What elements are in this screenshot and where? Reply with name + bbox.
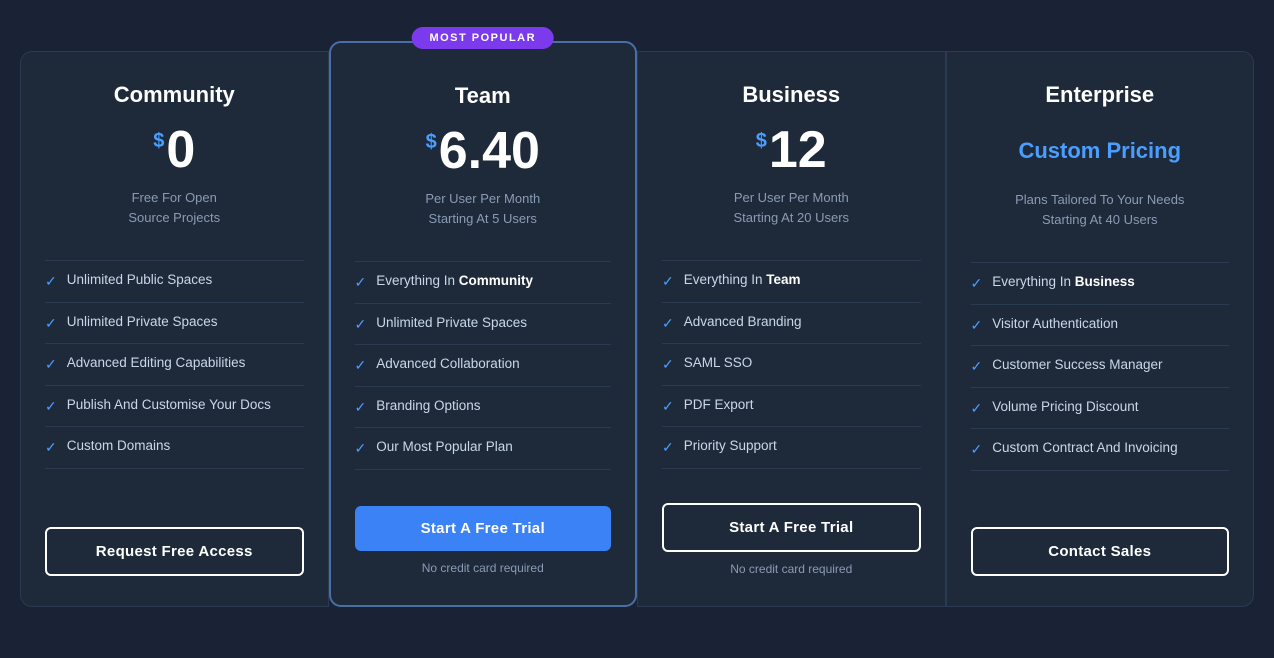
cta-button-community[interactable]: Request Free Access xyxy=(45,527,304,576)
plan-card-business: Business $ 12 Per User Per MonthStarting… xyxy=(637,51,946,607)
feature-text: Advanced Collaboration xyxy=(376,355,519,374)
plan-price-community: $ 0 xyxy=(45,124,304,176)
feature-text: Custom Contract And Invoicing xyxy=(992,439,1177,458)
cta-area-community: Request Free Access xyxy=(45,527,304,576)
feature-text: Unlimited Private Spaces xyxy=(376,314,527,333)
plan-card-community: Community $ 0 Free For OpenSource Projec… xyxy=(20,51,329,607)
check-icon: ✓ xyxy=(45,272,57,292)
feature-item: ✓ SAML SSO xyxy=(662,343,921,385)
feature-item: ✓ Everything In Business xyxy=(971,262,1230,304)
feature-text: Everything In Community xyxy=(376,272,533,291)
plan-subtitle-community: Free For OpenSource Projects xyxy=(45,188,304,236)
feature-text: Custom Domains xyxy=(67,437,171,456)
check-icon: ✓ xyxy=(355,273,367,293)
check-icon: ✓ xyxy=(45,438,57,458)
cta-area-enterprise: Contact Sales xyxy=(971,527,1230,576)
features-list-enterprise: ✓ Everything In Business ✓ Visitor Authe… xyxy=(971,262,1230,493)
feature-item: ✓ Everything In Community xyxy=(355,261,612,303)
feature-item: ✓ Visitor Authentication xyxy=(971,304,1230,346)
plan-subtitle-business: Per User Per MonthStarting At 20 Users xyxy=(662,188,921,236)
check-icon: ✓ xyxy=(971,357,983,377)
cta-area-business: Start A Free Trial No credit card require… xyxy=(662,503,921,576)
feature-text: Unlimited Private Spaces xyxy=(67,313,218,332)
cta-note-team: No credit card required xyxy=(355,561,612,575)
feature-text: Branding Options xyxy=(376,397,480,416)
feature-item: ✓ Unlimited Private Spaces xyxy=(355,303,612,345)
check-icon: ✓ xyxy=(355,356,367,376)
check-icon: ✓ xyxy=(662,438,674,458)
price-currency-community: $ xyxy=(153,130,164,153)
cta-area-team: Start A Free Trial No credit card require… xyxy=(355,506,612,575)
price-currency-team: $ xyxy=(426,131,437,154)
check-icon: ✓ xyxy=(662,397,674,417)
check-icon: ✓ xyxy=(971,440,983,460)
feature-item: ✓ Publish And Customise Your Docs xyxy=(45,385,304,427)
plan-price-business: $ 12 xyxy=(662,124,921,176)
check-icon: ✓ xyxy=(662,314,674,334)
plan-subtitle-enterprise: Plans Tailored To Your NeedsStarting At … xyxy=(971,190,1230,238)
plan-name-community: Community xyxy=(45,82,304,108)
price-amount-business: 12 xyxy=(769,124,827,176)
feature-item: ✓ PDF Export xyxy=(662,385,921,427)
price-currency-business: $ xyxy=(756,130,767,153)
check-icon: ✓ xyxy=(971,399,983,419)
feature-item: ✓ Everything In Team xyxy=(662,260,921,302)
feature-text: Advanced Branding xyxy=(684,313,802,332)
plan-price-team: $ 6.40 xyxy=(355,125,612,177)
features-list-community: ✓ Unlimited Public Spaces ✓ Unlimited Pr… xyxy=(45,260,304,493)
check-icon: ✓ xyxy=(971,274,983,294)
check-icon: ✓ xyxy=(355,398,367,418)
price-amount-community: 0 xyxy=(166,124,195,176)
feature-text: PDF Export xyxy=(684,396,754,415)
feature-item: ✓ Customer Success Manager xyxy=(971,345,1230,387)
feature-item: ✓ Unlimited Public Spaces xyxy=(45,260,304,302)
check-icon: ✓ xyxy=(355,315,367,335)
check-icon: ✓ xyxy=(45,314,57,334)
check-icon: ✓ xyxy=(662,355,674,375)
feature-item: ✓ Advanced Branding xyxy=(662,302,921,344)
plan-subtitle-team: Per User Per MonthStarting At 5 Users xyxy=(355,189,612,237)
feature-text: Everything In Business xyxy=(992,273,1135,292)
features-list-team: ✓ Everything In Community ✓ Unlimited Pr… xyxy=(355,261,612,472)
features-list-business: ✓ Everything In Team ✓ Advanced Branding… xyxy=(662,260,921,469)
feature-item: ✓ Branding Options xyxy=(355,386,612,428)
feature-text: Unlimited Public Spaces xyxy=(67,271,213,290)
feature-text: Visitor Authentication xyxy=(992,315,1118,334)
feature-item: ✓ Custom Contract And Invoicing xyxy=(971,428,1230,471)
cta-note-business: No credit card required xyxy=(662,562,921,576)
feature-item: ✓ Advanced Editing Capabilities xyxy=(45,343,304,385)
check-icon: ✓ xyxy=(45,397,57,417)
feature-item: ✓ Advanced Collaboration xyxy=(355,344,612,386)
plan-name-enterprise: Enterprise xyxy=(971,82,1230,108)
feature-text: Volume Pricing Discount xyxy=(992,398,1138,417)
feature-text: Advanced Editing Capabilities xyxy=(67,354,246,373)
cta-button-team[interactable]: Start A Free Trial xyxy=(355,506,612,551)
check-icon: ✓ xyxy=(45,355,57,375)
plan-card-enterprise: Enterprise Custom Pricing Plans Tailored T… xyxy=(946,51,1255,607)
cta-button-enterprise[interactable]: Contact Sales xyxy=(971,527,1230,576)
price-amount-team: 6.40 xyxy=(439,125,540,177)
popular-badge: MOST POPULAR xyxy=(411,27,554,49)
feature-item: ✓ Volume Pricing Discount xyxy=(971,387,1230,429)
feature-text: Publish And Customise Your Docs xyxy=(67,396,271,415)
pricing-grid: Community $ 0 Free For OpenSource Projec… xyxy=(20,51,1254,607)
check-icon: ✓ xyxy=(355,439,367,459)
plan-custom-price-enterprise: Custom Pricing xyxy=(971,124,1230,178)
plan-name-business: Business xyxy=(662,82,921,108)
feature-text: SAML SSO xyxy=(684,354,753,373)
feature-text: Priority Support xyxy=(684,437,777,456)
plan-name-team: Team xyxy=(355,83,612,109)
check-icon: ✓ xyxy=(971,316,983,336)
feature-item: ✓ Our Most Popular Plan xyxy=(355,427,612,470)
feature-item: ✓ Unlimited Private Spaces xyxy=(45,302,304,344)
feature-text: Customer Success Manager xyxy=(992,356,1162,375)
feature-item: ✓ Priority Support xyxy=(662,426,921,469)
feature-text: Our Most Popular Plan xyxy=(376,438,513,457)
plan-card-team: MOST POPULARTeam $ 6.40 Per User Per Mon… xyxy=(329,41,638,607)
cta-button-business[interactable]: Start A Free Trial xyxy=(662,503,921,552)
feature-text: Everything In Team xyxy=(684,271,801,290)
check-icon: ✓ xyxy=(662,272,674,292)
feature-item: ✓ Custom Domains xyxy=(45,426,304,469)
